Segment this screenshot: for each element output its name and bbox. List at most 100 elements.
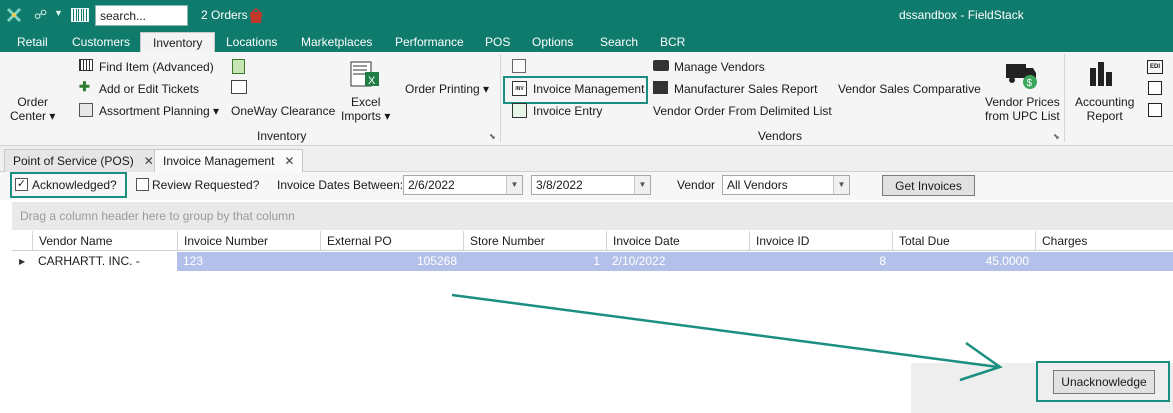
vendor-select[interactable]: All Vendors ▼: [722, 175, 850, 195]
cell-total-due[interactable]: 45.0000: [892, 252, 1035, 271]
dialog-launcher-icon[interactable]: ⬊: [1053, 132, 1060, 141]
manage-vendors-button[interactable]: Manage Vendors: [674, 60, 765, 74]
invoice-dates-label: Invoice Dates Between:: [277, 178, 404, 192]
highlight-box: [1036, 361, 1170, 402]
column-header-vendor-name[interactable]: Vendor Name: [32, 231, 177, 251]
column-header-store-number[interactable]: Store Number: [463, 231, 606, 251]
assortment-planning-button[interactable]: Assortment Planning ▾: [99, 104, 219, 118]
review-requested-checkbox[interactable]: [136, 178, 149, 191]
get-invoices-button[interactable]: Get Invoices: [882, 175, 975, 196]
tab-retail[interactable]: Retail: [17, 35, 48, 49]
highlight-box: [10, 172, 127, 198]
find-item-button[interactable]: Find Item (Advanced): [99, 60, 214, 74]
column-header-total-due[interactable]: Total Due: [892, 231, 1035, 251]
chevron-down-icon[interactable]: ▼: [634, 176, 650, 194]
vendors-group-label: Vendors: [758, 129, 803, 143]
column-header-invoice-date[interactable]: Invoice Date: [606, 231, 749, 251]
date-to-picker[interactable]: 3/8/2022 ▼: [531, 175, 651, 195]
tab-options[interactable]: Options: [532, 35, 573, 49]
vendor-value: All Vendors: [727, 178, 788, 192]
cell-charges[interactable]: [1035, 252, 1173, 271]
doc-tab-pos[interactable]: Point of Service (POS) ✕: [4, 149, 163, 172]
group-by-panel[interactable]: Drag a column header here to group by th…: [12, 202, 1173, 230]
doc-tab-label: Point of Service (POS): [13, 154, 134, 168]
excel-imports-button[interactable]: Excel Imports ▾: [341, 95, 390, 123]
chevron-down-icon[interactable]: ▼: [833, 176, 849, 194]
manufacturer-sales-report-button[interactable]: Manufacturer Sales Report: [674, 82, 817, 96]
column-header-external-po[interactable]: External PO: [320, 231, 463, 251]
cell-vendor-name[interactable]: CARHARTT. INC. -: [32, 252, 177, 271]
cell-external-po[interactable]: 105268: [320, 252, 463, 271]
tab-customers[interactable]: Customers: [72, 35, 130, 49]
shopping-bag-icon[interactable]: [248, 6, 264, 24]
tab-bcr[interactable]: BCR: [660, 35, 685, 49]
dollar-document-icon[interactable]: [1148, 81, 1162, 95]
window-title: dssandbox - FieldStack: [899, 8, 1024, 22]
filter-bar: ✓ Acknowledged? Review Requested? Invoic…: [0, 172, 1173, 200]
dialog-launcher-icon[interactable]: ⬊: [489, 132, 496, 141]
tab-inventory[interactable]: Inventory: [140, 32, 216, 52]
accounting-report-button[interactable]: Accounting Report: [1075, 95, 1134, 123]
invoice-entry-icon: [512, 103, 527, 118]
svg-text:X: X: [368, 75, 376, 87]
tab-marketplaces[interactable]: Marketplaces: [301, 35, 372, 49]
barcode-icon: [79, 59, 93, 71]
table-row[interactable]: CARHARTT. INC. - 123 105268 1 2/10/2022 …: [12, 252, 1173, 271]
group-by-hint: Drag a column header here to group by th…: [20, 209, 295, 223]
column-header-charges[interactable]: Charges: [1035, 231, 1173, 251]
cell-invoice-id[interactable]: 8: [749, 252, 892, 271]
truck-dollar-icon: $: [1006, 64, 1037, 89]
link-icon[interactable]: ☍: [34, 7, 47, 23]
clipboard-icon: [79, 103, 93, 117]
clipboard-check-icon[interactable]: [232, 59, 245, 74]
vendor-label: Vendor: [677, 178, 716, 192]
ribbon-separator: [1064, 54, 1065, 142]
edi-icon[interactable]: EDI: [1147, 60, 1163, 74]
close-icon[interactable]: ✕: [284, 154, 294, 168]
date-from-value: 2/6/2022: [408, 178, 455, 192]
vendor-prices-upc-button[interactable]: Vendor Prices from UPC List: [985, 95, 1060, 123]
menu-bar: Retail Customers Inventory Locations Mar…: [0, 32, 1173, 52]
column-header-invoice-number[interactable]: Invoice Number: [177, 231, 320, 251]
close-icon[interactable]: ✕: [144, 154, 154, 168]
vendor-sales-comparative-button[interactable]: Vendor Sales Comparative: [838, 82, 981, 96]
add-edit-tickets-button[interactable]: Add or Edit Tickets: [99, 82, 199, 96]
oneway-clearance-button[interactable]: OneWay Clearance: [231, 104, 335, 118]
order-center-button[interactable]: Order Center ▾: [10, 95, 55, 123]
cell-invoice-number[interactable]: 123: [177, 252, 320, 271]
cell-store-number[interactable]: 1: [463, 252, 606, 271]
barcode-icon[interactable]: [71, 8, 89, 22]
chevron-down-icon[interactable]: ▼: [506, 176, 522, 194]
add-icon: ✚: [79, 79, 90, 94]
search-input[interactable]: [95, 5, 188, 26]
doc-tab-label: Invoice Management: [163, 154, 275, 168]
review-requested-label: Review Requested?: [152, 178, 260, 192]
printer-icon[interactable]: [231, 80, 247, 94]
tab-locations[interactable]: Locations: [226, 35, 277, 49]
vendor-order-delimited-button[interactable]: Vendor Order From Delimited List: [653, 104, 832, 118]
grid-header: Vendor Name Invoice Number External PO S…: [12, 231, 1173, 251]
document-tabs: Point of Service (POS) ✕ Invoice Manageme…: [0, 146, 1173, 172]
chevron-down-icon[interactable]: ▼: [54, 8, 63, 18]
highlight-box: [503, 76, 648, 104]
factory-icon: [653, 81, 668, 94]
doc-tab-invoice-management[interactable]: Invoice Management ✕: [154, 149, 304, 172]
app-logo-icon[interactable]: [6, 7, 22, 23]
date-from-picker[interactable]: 2/6/2022 ▼: [403, 175, 523, 195]
document-list-icon[interactable]: [1148, 103, 1162, 117]
column-header-invoice-id[interactable]: Invoice ID: [749, 231, 892, 251]
tab-pos[interactable]: POS: [485, 35, 510, 49]
svg-text:$: $: [1027, 78, 1033, 89]
cell-invoice-date[interactable]: 2/10/2022: [606, 252, 749, 271]
tab-search[interactable]: Search: [600, 35, 638, 49]
inventory-group-label: Inventory: [257, 129, 307, 143]
tab-performance[interactable]: Performance: [395, 35, 464, 49]
order-printing-button[interactable]: Order Printing ▾: [405, 82, 489, 96]
orders-count[interactable]: 2 Orders: [201, 8, 248, 22]
document-icon[interactable]: [512, 59, 526, 73]
date-to-value: 3/8/2022: [536, 178, 583, 192]
title-bar: ☍ ▼ 2 Orders dssandbox - FieldStack: [0, 0, 1173, 32]
invoice-entry-button[interactable]: Invoice Entry: [533, 104, 602, 118]
truck-icon: [653, 60, 669, 71]
ribbon-separator: [500, 54, 501, 142]
